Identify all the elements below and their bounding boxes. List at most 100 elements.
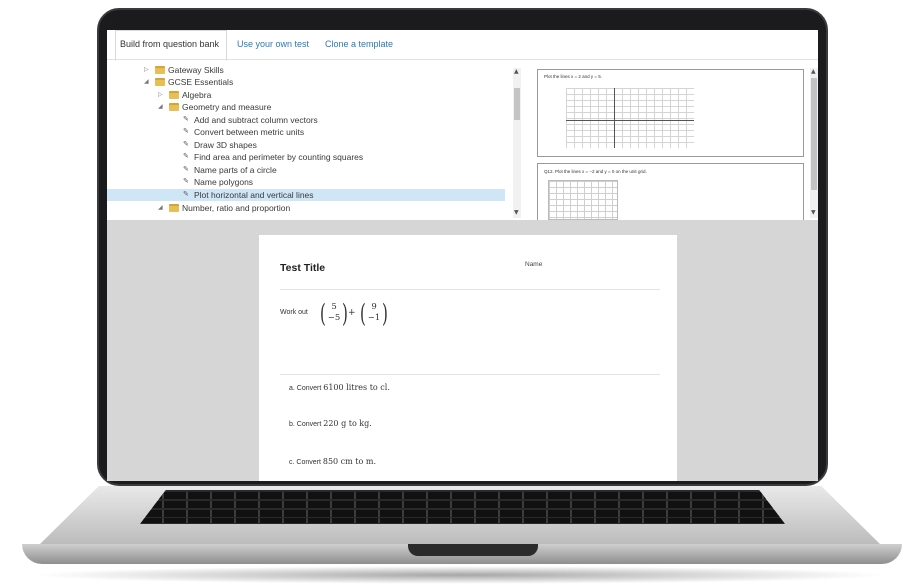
vector-bottom: −1 xyxy=(367,313,381,323)
folder-icon xyxy=(169,103,179,111)
key-row xyxy=(140,501,785,508)
plus-sign: + xyxy=(348,308,356,318)
tab-clone-a-template[interactable]: Clone a template xyxy=(325,39,393,49)
tree-item-label: GCSE Essentials xyxy=(168,77,234,87)
question-preview: Plot the lines x = 2 and y = 5. Q12. Plo… xyxy=(532,60,816,220)
y-axis xyxy=(614,88,615,148)
folder-icon xyxy=(155,66,165,74)
tree-item-algebra[interactable]: ▷ Algebra xyxy=(107,89,505,101)
tree-scrollbar[interactable]: ▲ ▼ xyxy=(513,68,521,218)
laptop-keyboard xyxy=(140,490,785,524)
tree-item-plot-lines[interactable]: ✎ Plot horizontal and vertical lines xyxy=(107,189,505,201)
tree-item-add-subtract-column-vectors[interactable]: ✎ Add and subtract column vectors xyxy=(107,114,505,126)
tree-item-label: Find area and perimeter by counting squa… xyxy=(194,152,364,162)
vector-top: 9 xyxy=(371,302,377,312)
tree-item-label: Name parts of a circle xyxy=(194,165,277,175)
folder-icon xyxy=(169,204,179,212)
name-label: Name xyxy=(525,261,543,268)
tree-item-gateway-skills[interactable]: ▷ Gateway Skills xyxy=(107,64,505,76)
laptop-notch xyxy=(408,544,538,556)
test-document: Test Title Name Work out ( 5 −5 ) + ( 9 … xyxy=(259,235,677,481)
coordinate-grid xyxy=(566,88,694,148)
topic-tree: ▷ Gateway Skills ◢ GCSE Essentials ▷ Alg… xyxy=(107,60,512,220)
question-part-b: b. Convert 220 g to kg. xyxy=(289,419,372,428)
leaf-icon: ✎ xyxy=(183,166,189,173)
part-prefix: b. Convert xyxy=(289,421,324,428)
part-value: 850 cm xyxy=(322,457,353,466)
divider xyxy=(280,289,660,290)
scroll-down-icon[interactable]: ▼ xyxy=(514,209,519,216)
scroll-up-icon[interactable]: ▲ xyxy=(514,68,519,75)
part-prefix: a. Convert xyxy=(289,385,324,392)
vector-top: 5 xyxy=(331,302,337,312)
collapse-icon[interactable]: ◢ xyxy=(158,202,163,214)
tab-build-from-question-bank[interactable]: Build from question bank xyxy=(114,30,228,61)
preview-scrollbar[interactable]: ▲ ▼ xyxy=(810,68,818,218)
tree-item-convert-metric-units[interactable]: ✎ Convert between metric units xyxy=(107,126,505,138)
screen: Build from question bank Use your own te… xyxy=(107,30,818,481)
scrollbar-thumb[interactable] xyxy=(811,78,817,190)
tree-item-number-ratio-proportion[interactable]: ◢ Number, ratio and proportion xyxy=(107,202,505,214)
expand-icon[interactable]: ▷ xyxy=(144,64,149,76)
tree-item-draw-3d-shapes[interactable]: ✎ Draw 3D shapes xyxy=(107,139,505,151)
leaf-icon: ✎ xyxy=(183,191,189,198)
column-vector-a: ( 5 −5 ) xyxy=(318,297,350,329)
folder-icon xyxy=(169,91,179,99)
leaf-icon: ✎ xyxy=(183,141,189,148)
collapse-icon[interactable]: ◢ xyxy=(144,76,149,88)
leaf-icon: ✎ xyxy=(183,128,189,135)
tree-item-label: Plot horizontal and vertical lines xyxy=(194,190,314,200)
tree-item-label: Number, ratio and proportion xyxy=(182,203,291,213)
tree-item-geometry-and-measure[interactable]: ◢ Geometry and measure xyxy=(107,101,505,113)
key-row xyxy=(140,492,785,499)
tree-item-label: Convert between metric units xyxy=(194,127,305,137)
left-paren: ( xyxy=(359,298,366,328)
part-suffix: to m. xyxy=(352,457,376,466)
preview-caption: Q12. Plot the lines x = −2 and y = 0 on … xyxy=(544,169,647,174)
tree-item-label: Draw 3D shapes xyxy=(194,140,257,150)
expand-icon[interactable]: ▷ xyxy=(158,89,163,101)
tree-item-parts-of-circle[interactable]: ✎ Name parts of a circle xyxy=(107,164,505,176)
question-bank-panel: Build from question bank Use your own te… xyxy=(107,30,818,220)
key-row xyxy=(140,510,785,517)
leaf-icon: ✎ xyxy=(183,116,189,123)
part-prefix: c. Convert xyxy=(289,459,323,466)
tree-item-label: Geometry and measure xyxy=(182,102,272,112)
x-axis xyxy=(566,120,694,121)
part-value: 220 g xyxy=(323,419,347,428)
column-vector-b: ( 9 −1 ) xyxy=(358,297,390,329)
tree-item-label: Add and subtract column vectors xyxy=(194,115,318,125)
leaf-icon: ✎ xyxy=(183,178,189,185)
preview-caption: Plot the lines x = 2 and y = 5. xyxy=(544,74,603,79)
collapse-icon[interactable]: ◢ xyxy=(158,101,163,113)
leaf-icon: ✎ xyxy=(183,153,189,160)
vector-values: 9 −1 xyxy=(368,302,381,324)
vector-bottom: −5 xyxy=(327,313,341,323)
question-part-c: c. Convert 850 cm to m. xyxy=(289,457,376,466)
left-paren: ( xyxy=(319,298,326,328)
scrollbar-thumb[interactable] xyxy=(514,88,520,120)
vector-values: 5 −5 xyxy=(328,302,341,324)
right-paren: ) xyxy=(382,298,389,328)
tab-bar: Build from question bank Use your own te… xyxy=(107,30,818,61)
part-suffix: to cl. xyxy=(367,383,390,392)
tab-use-your-own-test[interactable]: Use your own test xyxy=(237,39,309,49)
preview-card-1[interactable]: Plot the lines x = 2 and y = 5. xyxy=(537,69,804,157)
key-row xyxy=(140,518,785,523)
part-value: 6100 litres xyxy=(323,383,368,392)
divider xyxy=(280,374,660,375)
folder-icon xyxy=(155,78,165,86)
tree-item-label: Algebra xyxy=(182,90,212,100)
work-out-label: Work out xyxy=(280,309,308,316)
scroll-down-icon[interactable]: ▼ xyxy=(811,209,816,216)
part-suffix: to kg. xyxy=(346,419,372,428)
tree-item-area-perimeter[interactable]: ✎ Find area and perimeter by counting sq… xyxy=(107,151,505,163)
preview-card-2[interactable]: Q12. Plot the lines x = −2 and y = 0 on … xyxy=(537,163,804,220)
tree-item-label: Gateway Skills xyxy=(168,65,224,75)
tree-item-gcse-essentials[interactable]: ◢ GCSE Essentials xyxy=(107,76,505,88)
document-title[interactable]: Test Title xyxy=(280,262,325,274)
laptop-shadow xyxy=(30,566,890,584)
tree-item-name-polygons[interactable]: ✎ Name polygons xyxy=(107,176,505,188)
scroll-up-icon[interactable]: ▲ xyxy=(811,68,816,75)
tree-item-label: Name polygons xyxy=(194,177,254,187)
